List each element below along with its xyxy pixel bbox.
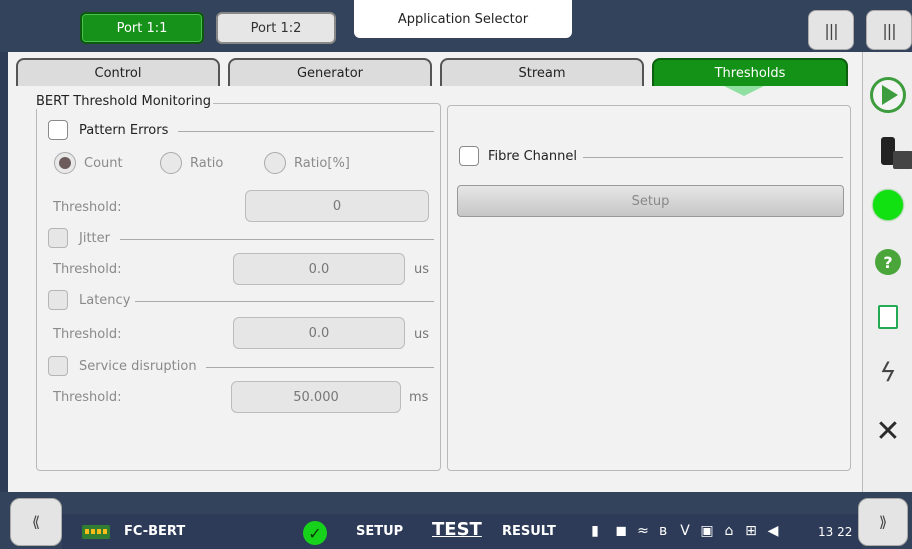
clock: 13 22 <box>818 525 853 539</box>
service-disruption-threshold-label: Threshold: <box>53 390 122 405</box>
help-icon: ? <box>875 249 901 275</box>
latency-unit: us <box>414 327 430 342</box>
fibre-channel-label: Fibre Channel <box>488 149 577 164</box>
help-button[interactable]: ? <box>863 235 912 289</box>
status-led-icon <box>873 190 903 220</box>
service-disruption-checkbox[interactable] <box>48 356 68 376</box>
tab-control[interactable]: Control <box>16 58 220 86</box>
service-disruption-unit: ms <box>409 390 429 405</box>
jitter-label: Jitter <box>79 231 110 246</box>
close-button[interactable]: ✕ <box>863 404 912 458</box>
latency-checkbox[interactable] <box>48 290 68 310</box>
power-icon: ▮ <box>591 523 599 539</box>
service-disruption-label: Service disruption <box>79 359 197 374</box>
app-name: FC-BERT <box>124 524 186 539</box>
report-button[interactable] <box>863 290 912 344</box>
report-icon <box>878 305 898 329</box>
jitter-threshold-label: Threshold: <box>53 262 122 277</box>
pattern-threshold-label: Threshold: <box>53 200 122 215</box>
fc-bert-app-icon <box>82 525 110 539</box>
network-icon: ⊞ <box>745 523 757 539</box>
tab-stream[interactable]: Stream <box>440 58 644 86</box>
application-selector-button[interactable]: Application Selector <box>354 0 572 38</box>
test-nav[interactable]: TEST <box>432 519 482 540</box>
section-divider <box>206 367 434 368</box>
lightning-button[interactable]: ϟ <box>863 346 912 400</box>
port-1-1-button[interactable]: Port 1:1 <box>80 12 204 44</box>
bottom-bar: ⟪ FC-BERT ✓ SETUP TEST RESULT ▮ ◼ ≈ ʙ V … <box>0 492 912 549</box>
section-divider <box>135 301 434 302</box>
traffic-light-icon <box>877 137 912 169</box>
jitter-unit: us <box>414 262 430 277</box>
traffic-light-button[interactable] <box>863 124 912 178</box>
start-button[interactable] <box>863 68 912 122</box>
setup-button[interactable]: Setup <box>457 185 844 217</box>
setup-nav[interactable]: SETUP <box>356 524 403 539</box>
right-panel-handle[interactable]: ⟫ <box>858 498 908 546</box>
tab-generator[interactable]: Generator <box>228 58 432 86</box>
top-menu-handle-right[interactable]: ||| <box>866 10 912 50</box>
service-disruption-threshold-input[interactable]: 50.000 <box>231 381 401 413</box>
bluetooth-icon: ʙ <box>658 523 668 539</box>
check-ok-icon: ✓ <box>303 521 327 545</box>
pattern-errors-checkbox[interactable] <box>48 120 68 140</box>
jitter-checkbox[interactable] <box>48 228 68 248</box>
speaker-icon: ◀ <box>767 523 779 539</box>
lightning-icon: ϟ <box>879 358 897 388</box>
section-divider <box>120 239 434 240</box>
jitter-threshold-input[interactable]: 0.0 <box>233 253 405 285</box>
left-panel-handle[interactable]: ⟪ <box>10 498 62 546</box>
right-sidebar: ? ϟ ✕ <box>862 52 912 492</box>
play-icon <box>870 77 906 113</box>
bert-threshold-title: BERT Threshold Monitoring <box>34 94 214 109</box>
top-menu-handle[interactable]: ||| <box>808 10 854 50</box>
count-radio-label: Count <box>84 156 123 171</box>
usb-icon: V <box>680 523 690 539</box>
ratio-percent-radio[interactable] <box>264 152 286 174</box>
latency-threshold-input[interactable]: 0.0 <box>233 317 405 349</box>
latency-threshold-label: Threshold: <box>53 327 122 342</box>
ratio-radio-label: Ratio <box>190 156 224 171</box>
pattern-errors-label: Pattern Errors <box>79 123 169 138</box>
port-1-2-button[interactable]: Port 1:2 <box>216 12 336 44</box>
gps-icon: ⌂ <box>724 523 734 539</box>
active-tab-indicator <box>724 86 764 96</box>
status-led <box>863 178 912 232</box>
pattern-threshold-input[interactable]: 0 <box>245 190 429 222</box>
section-divider <box>583 157 843 158</box>
count-radio[interactable] <box>54 152 76 174</box>
tab-thresholds[interactable]: Thresholds <box>652 58 848 86</box>
main-panel: Control Generator Stream Thresholds BERT… <box>8 52 862 492</box>
camera-icon: ◼ <box>615 523 627 539</box>
section-divider <box>178 131 434 132</box>
ratio-radio[interactable] <box>160 152 182 174</box>
latency-label: Latency <box>79 293 131 308</box>
close-icon: ✕ <box>875 413 901 449</box>
ratio-percent-radio-label: Ratio[%] <box>294 156 350 171</box>
top-bar: Port 1:1 Port 1:2 Application Selector |… <box>0 0 912 52</box>
terminal-icon: ▣ <box>700 523 714 539</box>
fibre-channel-checkbox[interactable] <box>459 146 479 166</box>
result-nav[interactable]: RESULT <box>502 524 556 539</box>
wifi-icon: ≈ <box>637 523 649 539</box>
